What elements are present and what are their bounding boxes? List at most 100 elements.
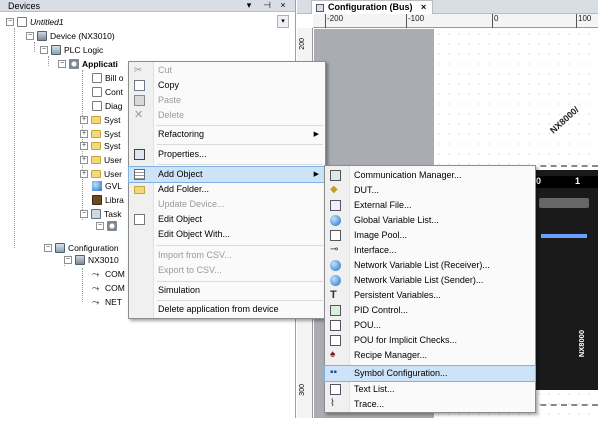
collapse-icon[interactable]: − — [96, 222, 104, 230]
menu-item-paste[interactable]: Paste — [129, 93, 325, 108]
tree-item-net[interactable]: NET — [92, 296, 122, 308]
tree-item-user-1[interactable]: + User — [80, 154, 122, 166]
submenu-item-global-variable-list[interactable]: Global Variable List... — [325, 213, 535, 228]
submenu-item-dut[interactable]: ◆ DUT... — [325, 183, 535, 198]
menu-item-label: Paste — [158, 95, 182, 105]
menu-item-properties[interactable]: Properties... — [129, 147, 325, 162]
port-icon — [92, 269, 102, 279]
tree-item-application[interactable]: − Applicati — [58, 58, 118, 70]
submenu-item-communication-manager[interactable]: Communication Manager... — [325, 168, 535, 183]
tree-item-label: Libra — [105, 195, 124, 205]
library-icon — [92, 195, 102, 205]
menu-item-label: PID Control... — [354, 305, 409, 315]
collapse-icon[interactable]: − — [6, 18, 14, 26]
expand-icon[interactable]: + — [80, 142, 88, 150]
menu-item-delete[interactable]: ✕ Delete — [129, 108, 325, 123]
menu-item-add-folder[interactable]: Add Folder... — [129, 182, 325, 197]
submenu-item-symbol-configuration[interactable]: ▪▪ Symbol Configuration... — [324, 365, 536, 382]
submenu-item-pou[interactable]: POU... — [325, 318, 535, 333]
menu-item-add-object[interactable]: Add Object ▶ — [128, 166, 326, 183]
menu-item-import-csv[interactable]: Import from CSV... — [129, 248, 325, 263]
tree-item-project[interactable]: − Untitled1 — [6, 16, 64, 28]
tree-item-syst-3[interactable]: + Syst — [80, 140, 121, 152]
menu-item-cut[interactable]: ✂ Cut — [129, 63, 325, 78]
menu-item-label: Properties... — [158, 149, 207, 159]
tree-item-user-2[interactable]: + User — [80, 168, 122, 180]
tree-item-cont[interactable]: Cont — [92, 86, 123, 98]
module-nx8000[interactable]: 0 1 NX8000 — [533, 170, 598, 390]
tree-item-label: COM — [105, 283, 125, 293]
tree-item-label: Applicati — [82, 59, 118, 69]
panel-menu-icon[interactable]: ▾ — [244, 0, 254, 11]
expand-icon[interactable]: + — [80, 116, 88, 124]
tree-item-label: Syst — [104, 129, 121, 139]
menu-item-edit-object-with[interactable]: Edit Object With... — [129, 227, 325, 242]
collapse-icon[interactable]: − — [58, 60, 66, 68]
globe-icon — [330, 275, 341, 286]
submenu-item-nvl-receiver[interactable]: Network Variable List (Receiver)... — [325, 258, 535, 273]
application-icon — [69, 59, 79, 69]
menu-item-refactoring[interactable]: Refactoring ▶ — [129, 127, 325, 142]
bus-dash-line — [530, 165, 598, 167]
tree-item-task-child[interactable]: − — [96, 220, 120, 232]
tree-item-configuration[interactable]: − Configuration — [44, 242, 119, 254]
tree-item-library[interactable]: Libra — [92, 194, 124, 206]
submenu-item-recipe-manager[interactable]: ♠ Recipe Manager... — [325, 348, 535, 363]
collapse-icon[interactable]: − — [40, 46, 48, 54]
cut-icon: ✂ — [134, 65, 143, 76]
submenu-item-external-file[interactable]: External File... — [325, 198, 535, 213]
folder-icon — [91, 170, 101, 178]
horizontal-ruler: -200 -100 0 100 — [313, 14, 598, 28]
tree-item-nx3010[interactable]: − NX3010 — [64, 254, 119, 266]
submenu-item-pid-control[interactable]: PID Control... — [325, 303, 535, 318]
tree-item-task[interactable]: − Task — [80, 208, 121, 220]
copy-icon — [134, 80, 145, 91]
collapse-icon[interactable]: − — [44, 244, 52, 252]
tree-item-label: User — [104, 169, 122, 179]
tree-item-syst-1[interactable]: + Syst — [80, 114, 121, 126]
submenu-item-pou-implicit-checks[interactable]: POU for Implicit Checks... — [325, 333, 535, 348]
tab-configuration-bus[interactable]: Configuration (Bus) × — [311, 0, 434, 14]
tab-close-icon[interactable]: × — [421, 2, 426, 12]
folder-icon — [91, 116, 101, 124]
menu-item-label: Delete — [158, 110, 185, 120]
menu-item-label: Edit Object With... — [158, 229, 231, 239]
image-pool-icon — [330, 230, 341, 241]
submenu-item-nvl-sender[interactable]: Network Variable List (Sender)... — [325, 273, 535, 288]
tree-item-gvl[interactable]: GVL — [92, 180, 122, 192]
menu-item-label: Refactoring — [158, 129, 205, 139]
communication-icon — [330, 170, 341, 181]
submenu-item-text-list[interactable]: Text List... — [325, 382, 535, 397]
menu-item-label: Copy — [158, 80, 180, 90]
menu-item-label: Import from CSV... — [158, 250, 232, 260]
expand-icon[interactable]: + — [80, 170, 88, 178]
tree-item-bill[interactable]: Bill o — [92, 72, 123, 84]
menu-item-edit-object[interactable]: Edit Object — [129, 212, 325, 227]
submenu-item-image-pool[interactable]: Image Pool... — [325, 228, 535, 243]
menu-item-simulation[interactable]: Simulation — [129, 283, 325, 298]
tree-item-label: NX3010 — [88, 255, 119, 265]
menu-item-update-device[interactable]: Update Device... — [129, 197, 325, 212]
menu-item-copy[interactable]: Copy — [129, 78, 325, 93]
plc-logic-icon — [51, 45, 61, 55]
tree-item-device[interactable]: − Device (NX3010) — [26, 30, 115, 42]
close-icon[interactable]: × — [278, 0, 288, 10]
expand-icon[interactable]: + — [80, 156, 88, 164]
tree-item-syst-2[interactable]: + Syst — [80, 128, 121, 140]
collapse-icon[interactable]: − — [80, 210, 88, 218]
tree-item-diag[interactable]: Diag — [92, 100, 122, 112]
submenu-item-interface[interactable]: ⊸ Interface... — [325, 243, 535, 258]
tree-dropdown-button[interactable]: ▾ — [277, 15, 289, 28]
submenu-item-trace[interactable]: ⌇ Trace... — [325, 397, 535, 412]
tree-item-com-2[interactable]: COM — [92, 282, 125, 294]
menu-item-export-csv[interactable]: Export to CSV... — [129, 263, 325, 278]
menu-item-label: Trace... — [354, 399, 385, 409]
tree-item-plc-logic[interactable]: − PLC Logic — [40, 44, 103, 56]
collapse-icon[interactable]: − — [26, 32, 34, 40]
collapse-icon[interactable]: − — [64, 256, 72, 264]
expand-icon[interactable]: + — [80, 130, 88, 138]
menu-item-delete-application[interactable]: Delete application from device — [129, 302, 325, 317]
submenu-item-persistent-variables[interactable]: T Persistent Variables... — [325, 288, 535, 303]
pin-icon[interactable]: ⊣ — [262, 0, 272, 11]
tree-item-com-1[interactable]: COM — [92, 268, 125, 280]
